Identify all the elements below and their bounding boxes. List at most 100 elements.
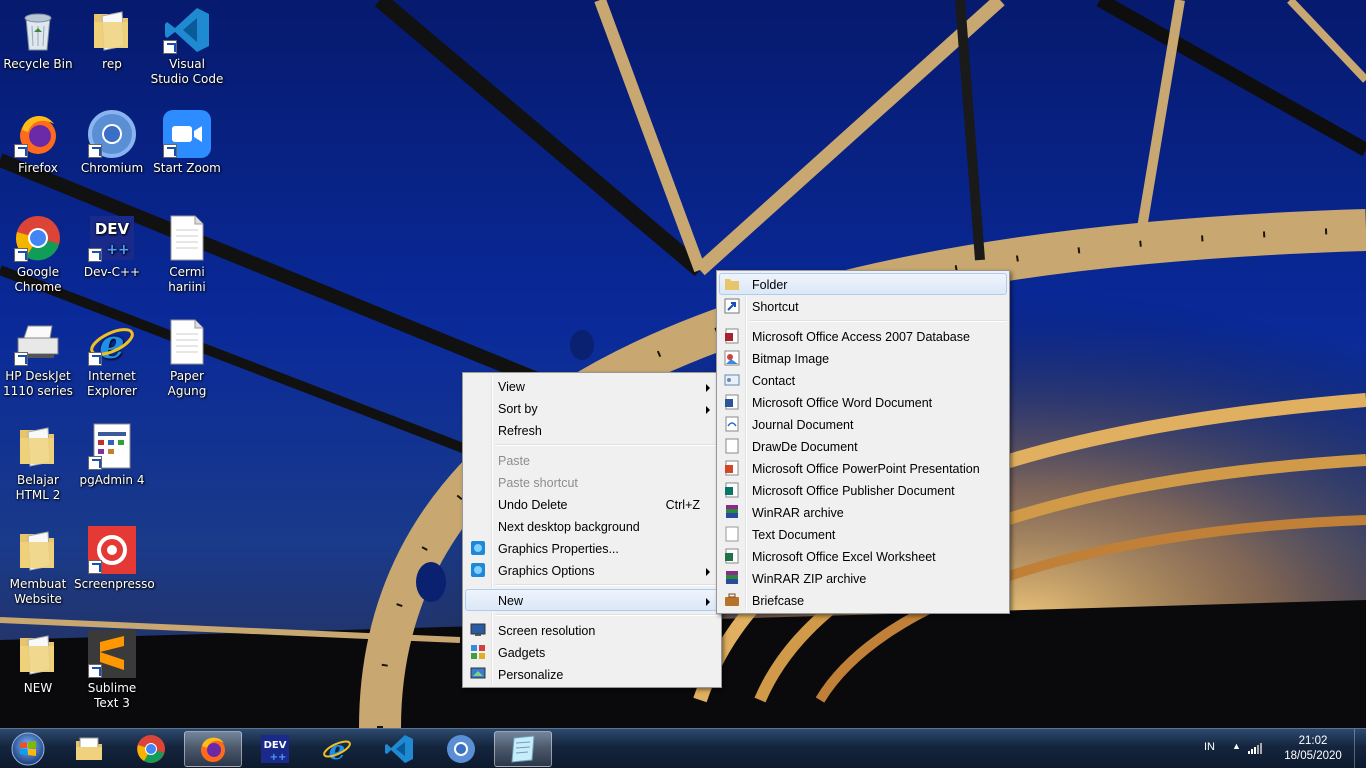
folder-icon (14, 630, 62, 678)
desktop-icon-paper-agung[interactable]: Paper Agung (149, 318, 225, 399)
desktop-icon-label: Chromium (80, 161, 144, 175)
new-item-winrar-zip-archive[interactable]: WinRAR ZIP archive (719, 567, 1007, 589)
shortcut-arrow-icon (14, 144, 28, 158)
system-tray: IN ▲ 21:02 18/05/2020 (1186, 729, 1366, 768)
new-item-word-document[interactable]: Microsoft Office Word Document (719, 391, 1007, 413)
menu-item-next-desktop-background[interactable]: Next desktop background (465, 515, 719, 537)
menu-item-gadgets[interactable]: Gadgets (465, 641, 719, 663)
menu-item-new[interactable]: New (465, 589, 719, 611)
menu-item-screen-resolution[interactable]: Screen resolution (465, 619, 719, 641)
menu-item-view[interactable]: View (465, 375, 719, 397)
sublime-text-icon (88, 630, 136, 678)
monitor-icon (470, 622, 486, 638)
shortcut-arrow-icon (88, 248, 102, 262)
intel-graphics-icon (470, 540, 486, 556)
shortcut-arrow-icon (88, 144, 102, 158)
desktop-icon-membuat-website[interactable]: Membuat Website (0, 526, 76, 607)
new-item-contact[interactable]: Contact (719, 369, 1007, 391)
desktop-icon-label: NEW (23, 681, 53, 695)
new-item-drawde-document[interactable]: DrawDe Document (719, 435, 1007, 457)
menu-item-refresh[interactable]: Refresh (465, 419, 719, 441)
contact-icon (724, 372, 740, 388)
new-item-winrar-archive[interactable]: WinRAR archive (719, 501, 1007, 523)
chrome-icon (14, 214, 62, 262)
taskbar-devcpp[interactable]: DEV ++ (246, 731, 304, 767)
paint-icon (724, 350, 740, 366)
folder-icon (724, 276, 740, 292)
desktop-icon-vscode[interactable]: Visual Studio Code (149, 6, 225, 87)
show-desktop-button[interactable] (1354, 729, 1366, 768)
menu-item-paste-shortcut: Paste shortcut (498, 476, 578, 490)
taskbar-firefox[interactable] (184, 731, 242, 767)
access-icon (724, 328, 740, 344)
shortcut-arrow-icon (163, 144, 177, 158)
desktop-context-menu: View Sort by Refresh Paste Paste shortcu… (462, 372, 722, 688)
shortcut-arrow-icon (14, 248, 28, 262)
desktop-icon-dev-cpp[interactable]: DEV ++ Dev-C++ (74, 214, 150, 280)
desktop-icon-belajar-html[interactable]: Belajar HTML 2 (0, 422, 76, 503)
taskbar-file-explorer[interactable] (60, 731, 118, 767)
firefox-icon (14, 110, 62, 158)
desktop-icon-screenpresso[interactable]: Screenpresso (74, 526, 155, 592)
pgadmin-icon (88, 422, 136, 470)
printer-icon (14, 318, 62, 366)
desktop-icon-label: Cermi hariini (168, 265, 206, 294)
desktop-icon-hp-deskjet[interactable]: HP DeskJet 1110 series (0, 318, 76, 399)
desktop-icon-recycle-bin[interactable]: Recycle Bin (0, 6, 76, 72)
new-item-folder[interactable]: Folder (719, 273, 1007, 295)
new-item-access-database[interactable]: Microsoft Office Access 2007 Database (719, 325, 1007, 347)
new-item-text-document[interactable]: Text Document (719, 523, 1007, 545)
desktop-icon-google-chrome[interactable]: Google Chrome (0, 214, 76, 295)
start-button[interactable] (4, 730, 52, 768)
menu-item-graphics-options[interactable]: Graphics Options (465, 559, 719, 581)
vscode-icon (163, 6, 211, 54)
desktop-icon-label: Sublime Text 3 (87, 681, 137, 710)
desktop-icon-rep[interactable]: rep (74, 6, 150, 72)
desktop-icon-pgadmin[interactable]: pgAdmin 4 (74, 422, 150, 488)
zoom-icon (163, 110, 211, 158)
chromium-icon (447, 735, 475, 763)
desktop-icon-label: Google Chrome (14, 265, 62, 294)
language-indicator[interactable]: IN (1204, 741, 1215, 753)
new-item-journal-document[interactable]: Journal Document (719, 413, 1007, 435)
menu-item-graphics-properties[interactable]: Graphics Properties... (465, 537, 719, 559)
shortcut-key-label: Ctrl+Z (665, 498, 700, 512)
desktop-icon-cermi-hariini[interactable]: Cermi hariini (149, 214, 225, 295)
clock-time: 21:02 (1298, 735, 1328, 747)
new-item-excel-worksheet[interactable]: Microsoft Office Excel Worksheet (719, 545, 1007, 567)
clock[interactable]: 21:02 18/05/2020 (1278, 734, 1348, 764)
desktop-icon-chromium[interactable]: Chromium (74, 110, 150, 176)
desktop-icon-firefox[interactable]: Firefox (0, 110, 76, 176)
menu-item-personalize[interactable]: Personalize (465, 663, 719, 685)
desktop-icon-new-folder[interactable]: NEW (0, 630, 76, 696)
briefcase-icon (724, 592, 740, 608)
new-item-bitmap-image[interactable]: Bitmap Image (719, 347, 1007, 369)
taskbar-vscode[interactable] (370, 731, 428, 767)
network-signal-icon[interactable] (1248, 742, 1262, 757)
new-item-briefcase[interactable]: Briefcase (719, 589, 1007, 611)
taskbar-chrome[interactable] (122, 731, 180, 767)
taskbar-chromium[interactable] (432, 731, 490, 767)
desktop-icon-label: Screenpresso (74, 577, 155, 591)
firefox-icon (201, 737, 225, 762)
new-item-shortcut[interactable]: Shortcut (719, 295, 1007, 317)
folder-icon (14, 526, 62, 574)
new-item-publisher-document[interactable]: Microsoft Office Publisher Document (719, 479, 1007, 501)
menu-item-undo-delete[interactable]: Undo Delete Ctrl+Z (465, 493, 719, 515)
desktop-icon-internet-explorer[interactable]: e Internet Explorer (74, 318, 150, 399)
menu-item-sort-by[interactable]: Sort by (465, 397, 719, 419)
taskbar-internet-explorer[interactable]: e (308, 731, 366, 767)
svg-text:e: e (99, 321, 124, 366)
powerpoint-icon (724, 460, 740, 476)
publisher-icon (724, 482, 740, 498)
taskbar-notepad[interactable] (494, 731, 552, 767)
desktop-icon-label: Firefox (18, 161, 58, 175)
svg-text:++: ++ (106, 242, 129, 258)
submenu-arrow-icon (706, 568, 710, 576)
desktop-icon-sublime-text[interactable]: Sublime Text 3 (74, 630, 150, 711)
new-item-powerpoint-presentation[interactable]: Microsoft Office PowerPoint Presentation (719, 457, 1007, 479)
document-icon (724, 438, 740, 454)
folder-icon (88, 6, 136, 54)
desktop-icon-zoom[interactable]: Start Zoom (149, 110, 225, 176)
show-hidden-icons-icon[interactable]: ▲ (1232, 741, 1241, 751)
